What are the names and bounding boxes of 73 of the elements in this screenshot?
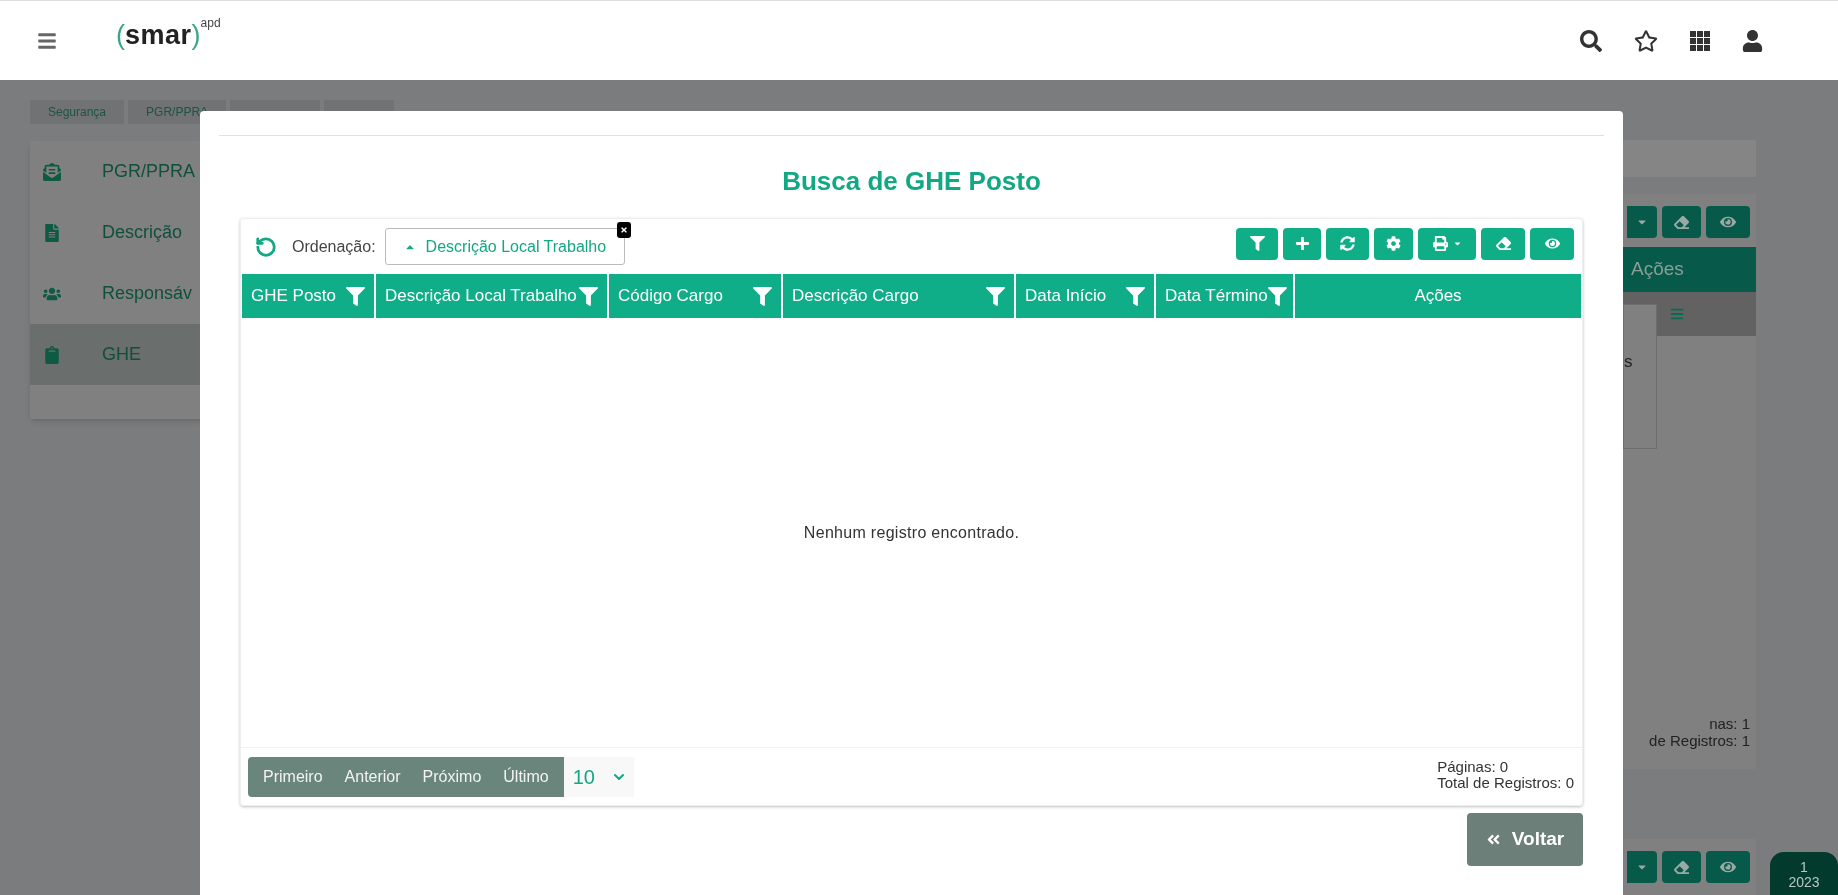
page-count: Páginas: 0	[1437, 758, 1509, 775]
reset-icon[interactable]	[255, 235, 277, 258]
eye-icon	[1720, 859, 1736, 875]
dropdown-button[interactable]	[1627, 851, 1657, 883]
close-icon	[620, 226, 629, 234]
sidebar-item[interactable]: Responsáv	[30, 263, 205, 324]
filter-icon[interactable]	[346, 286, 365, 306]
envelope-icon	[43, 162, 61, 181]
plus-icon	[1294, 236, 1310, 251]
breadcrumb-item[interactable]: Segurança	[30, 100, 125, 124]
document-icon	[43, 223, 61, 242]
print-button[interactable]	[1418, 227, 1476, 260]
page-size-select[interactable]: 10	[563, 756, 634, 797]
view-button[interactable]	[1706, 851, 1750, 883]
record-count: nas: 1	[1709, 715, 1750, 732]
column-header[interactable]: Código Cargo	[609, 274, 781, 318]
gear-icon	[1386, 236, 1401, 251]
record-count: de Registros: 1	[1649, 732, 1750, 749]
eraser-icon	[1674, 859, 1689, 875]
sort-chip[interactable]: Descrição Local Trabalho	[384, 228, 626, 265]
modal-title: Busca de GHE Posto	[782, 166, 1041, 196]
eraser-button[interactable]	[1662, 851, 1701, 883]
pagination-button[interactable]: Primeiro	[252, 756, 334, 797]
column-header[interactable]: GHE Posto	[242, 274, 374, 318]
pagination-button[interactable]: Último	[492, 756, 560, 797]
star-icon[interactable]	[1634, 28, 1658, 53]
settings-button[interactable]	[1374, 227, 1413, 260]
remove-sort-button[interactable]	[617, 222, 632, 238]
view-button[interactable]	[1706, 206, 1750, 238]
eraser-icon	[1674, 214, 1689, 230]
view-button[interactable]	[1530, 227, 1574, 260]
year-tab-text: 2023	[1788, 875, 1820, 890]
dropdown-button[interactable]	[1627, 206, 1657, 238]
eraser-button[interactable]	[1481, 227, 1525, 260]
sort-label: Ordenação:	[292, 236, 376, 257]
popup-menu: s	[1623, 304, 1657, 449]
filter-icon[interactable]	[579, 286, 598, 306]
refresh-icon	[1340, 236, 1355, 251]
eye-icon	[1544, 236, 1560, 251]
apps-grid-icon[interactable]	[1690, 30, 1710, 51]
caret-icon	[1452, 239, 1462, 248]
column-header[interactable]: Data Início	[1016, 274, 1154, 318]
column-header[interactable]: Data Término	[1156, 274, 1293, 318]
sidebar-item[interactable]: PGR/PPRA	[30, 141, 205, 202]
sidebar-item[interactable]: Descrição	[30, 202, 205, 263]
eraser-button[interactable]	[1662, 206, 1701, 238]
eraser-icon	[1495, 236, 1511, 251]
record-count: Total de Registros: 0	[1437, 774, 1574, 791]
filter-icon	[1249, 236, 1265, 251]
pagination-button[interactable]: Anterior	[333, 756, 412, 797]
filter-icon[interactable]	[986, 286, 1005, 306]
filter-icon[interactable]	[753, 286, 772, 306]
clipboard-icon	[43, 345, 61, 364]
filter-icon[interactable]	[1267, 286, 1287, 306]
printer-icon	[1432, 236, 1448, 251]
eye-icon	[1720, 214, 1736, 230]
pagination-button[interactable]: Próximo	[411, 756, 493, 797]
double-chevron-left-icon	[1485, 832, 1501, 847]
column-header[interactable]: Descrição Local Trabalho	[376, 274, 607, 318]
year-tab-text: 1	[1800, 860, 1808, 875]
search-icon[interactable]	[1580, 29, 1602, 52]
filter-icon[interactable]	[1126, 286, 1145, 306]
column-header[interactable]: Descrição Cargo	[783, 274, 1014, 318]
empty-message: Nenhum registro encontrado.	[803, 522, 1020, 543]
table-header: Ações	[1623, 247, 1756, 292]
filter-button[interactable]	[1236, 227, 1278, 260]
back-button[interactable]: Voltar	[1467, 813, 1583, 866]
column-header[interactable]: Ações	[1295, 274, 1581, 318]
menu-icon[interactable]	[36, 30, 58, 51]
add-button[interactable]	[1283, 227, 1321, 260]
refresh-button[interactable]	[1326, 227, 1369, 260]
user-icon[interactable]	[1742, 29, 1763, 52]
year-tab[interactable]: 1 2023	[1770, 852, 1838, 895]
